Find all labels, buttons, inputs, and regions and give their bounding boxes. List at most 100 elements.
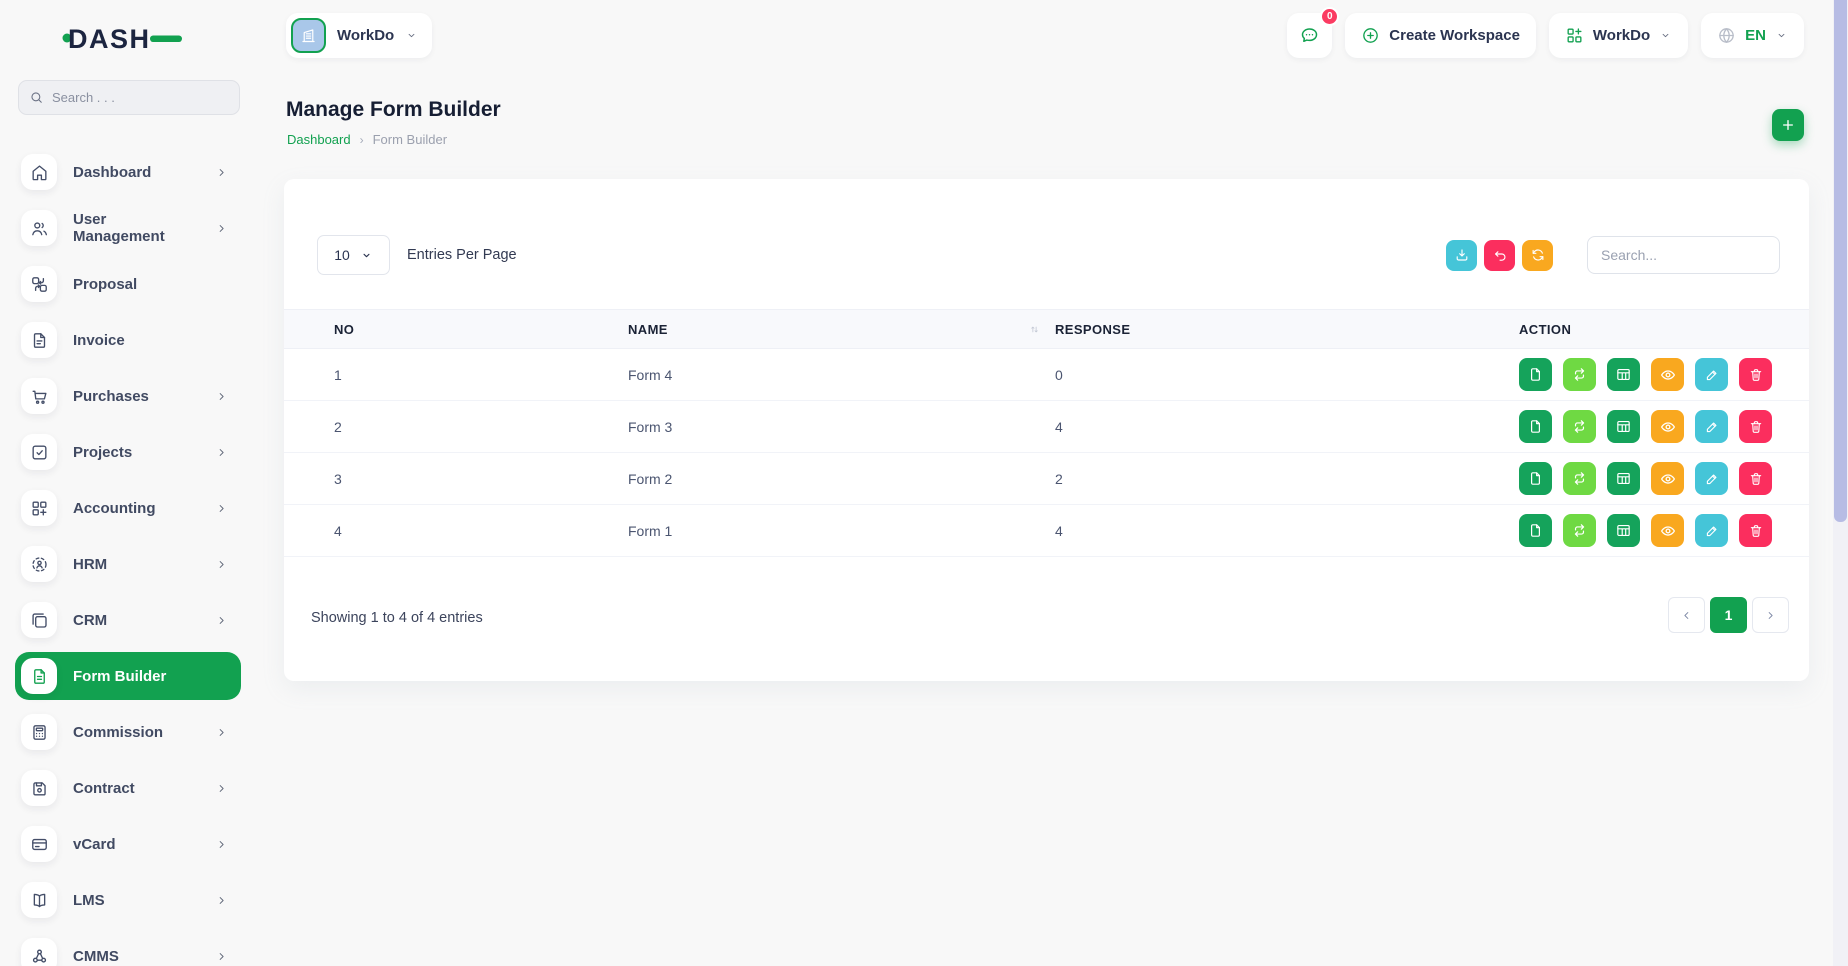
pagination-page-1-button[interactable]: 1 xyxy=(1710,597,1747,633)
messages-count-badge: 0 xyxy=(1320,7,1339,26)
breadcrumb-dashboard-link[interactable]: Dashboard xyxy=(287,132,351,147)
duplicate-form-button[interactable] xyxy=(1519,462,1552,495)
create-form-button[interactable] xyxy=(1772,109,1804,141)
reload-button[interactable] xyxy=(1522,240,1553,271)
integration-button[interactable] xyxy=(1563,514,1596,547)
language-selector-button[interactable]: EN xyxy=(1701,13,1804,58)
integration-button[interactable] xyxy=(1563,410,1596,443)
column-header-action: ACTION xyxy=(1519,322,1809,337)
edit-form-button[interactable] xyxy=(1695,462,1728,495)
chevron-right-icon xyxy=(215,782,228,795)
duplicate-form-button[interactable] xyxy=(1519,410,1552,443)
file-icon xyxy=(1527,470,1544,487)
delete-form-button[interactable] xyxy=(1739,410,1772,443)
column-header-response[interactable]: RESPONSE xyxy=(1055,322,1519,337)
language-label: EN xyxy=(1745,27,1766,44)
pencil-icon xyxy=(1704,523,1720,539)
page-scrollbar[interactable] xyxy=(1833,0,1848,966)
view-entries-button[interactable] xyxy=(1607,358,1640,391)
scrollbar-thumb[interactable] xyxy=(1834,0,1847,522)
view-entries-button[interactable] xyxy=(1607,462,1640,495)
table-icon xyxy=(1615,366,1632,383)
sidebar-item-proposal[interactable]: Proposal xyxy=(15,260,241,308)
cell-name: Form 2 xyxy=(628,471,1055,487)
column-header-no[interactable]: NO xyxy=(334,322,628,337)
sidebar: DASH Dashboard User Management Proposal xyxy=(0,0,262,966)
preview-form-button[interactable] xyxy=(1651,410,1684,443)
globe-icon xyxy=(1717,26,1736,45)
export-button[interactable] xyxy=(1446,240,1477,271)
showing-entries-text: Showing 1 to 4 of 4 entries xyxy=(311,610,483,626)
form-builder-card: 10 Entries Per Page NO NAME RESPONSE ACT… xyxy=(284,179,1809,681)
book-icon xyxy=(21,882,57,918)
sidebar-item-label: Proposal xyxy=(73,276,137,293)
sidebar-item-commission[interactable]: Commission xyxy=(15,708,241,756)
sidebar-item-dashboard[interactable]: Dashboard xyxy=(15,148,241,196)
cell-actions xyxy=(1519,462,1809,495)
view-entries-button[interactable] xyxy=(1607,514,1640,547)
sidebar-item-accounting[interactable]: Accounting xyxy=(15,484,241,532)
logo[interactable]: DASH xyxy=(58,22,198,61)
table-search-input[interactable] xyxy=(1587,236,1780,274)
entries-per-page-select[interactable]: 10 xyxy=(317,235,390,275)
view-entries-button[interactable] xyxy=(1607,410,1640,443)
plus-circle-icon xyxy=(1361,26,1380,45)
eye-icon xyxy=(1659,418,1677,436)
repeat-icon xyxy=(1571,470,1588,487)
breadcrumb-current: Form Builder xyxy=(373,132,447,147)
workspace-name: WorkDo xyxy=(337,27,394,44)
sort-icon[interactable] xyxy=(1028,323,1041,336)
preview-form-button[interactable] xyxy=(1651,462,1684,495)
column-header-name[interactable]: NAME xyxy=(628,322,1055,337)
delete-form-button[interactable] xyxy=(1739,514,1772,547)
sidebar-item-label: Commission xyxy=(73,724,163,741)
duplicate-form-button[interactable] xyxy=(1519,514,1552,547)
pagination-prev-button[interactable] xyxy=(1668,597,1705,633)
integration-button[interactable] xyxy=(1563,358,1596,391)
sidebar-item-user-management[interactable]: User Management xyxy=(15,204,241,252)
cell-no: 4 xyxy=(334,523,628,539)
accounting-icon xyxy=(21,490,57,526)
preview-form-button[interactable] xyxy=(1651,514,1684,547)
sidebar-item-label: CRM xyxy=(73,612,107,629)
chevron-down-icon xyxy=(1659,29,1672,42)
cart-icon xyxy=(21,378,57,414)
cell-no: 1 xyxy=(334,367,628,383)
sidebar-item-contract[interactable]: Contract xyxy=(15,764,241,812)
integration-button[interactable] xyxy=(1563,462,1596,495)
preview-form-button[interactable] xyxy=(1651,358,1684,391)
sidebar-item-projects[interactable]: Projects xyxy=(15,428,241,476)
edit-form-button[interactable] xyxy=(1695,358,1728,391)
cell-response: 4 xyxy=(1055,419,1519,435)
create-workspace-button[interactable]: Create Workspace xyxy=(1345,13,1536,58)
delete-form-button[interactable] xyxy=(1739,358,1772,391)
sidebar-item-lms[interactable]: LMS xyxy=(15,876,241,924)
sidebar-item-crm[interactable]: CRM xyxy=(15,596,241,644)
edit-form-button[interactable] xyxy=(1695,514,1728,547)
workspace-menu-button[interactable]: WorkDo xyxy=(286,13,432,58)
check-square-icon xyxy=(21,434,57,470)
sidebar-item-invoice[interactable]: Invoice xyxy=(15,316,241,364)
sidebar-item-label: Invoice xyxy=(73,332,125,349)
workspace-switcher-button[interactable]: WorkDo xyxy=(1549,13,1688,58)
sidebar-item-cmms[interactable]: CMMS xyxy=(15,932,241,966)
pencil-icon xyxy=(1704,367,1720,383)
file-icon xyxy=(1527,366,1544,383)
sidebar-item-form-builder[interactable]: Form Builder xyxy=(15,652,241,700)
delete-form-button[interactable] xyxy=(1739,462,1772,495)
chevron-right-icon xyxy=(215,838,228,851)
pagination: 1 xyxy=(1668,597,1789,633)
sidebar-item-hrm[interactable]: HRM xyxy=(15,540,241,588)
sidebar-item-label: CMMS xyxy=(73,948,119,965)
cell-response: 4 xyxy=(1055,523,1519,539)
sidebar-item-purchases[interactable]: Purchases xyxy=(15,372,241,420)
reset-button[interactable] xyxy=(1484,240,1515,271)
sidebar-item-vcard[interactable]: vCard xyxy=(15,820,241,868)
table-row: 3 Form 2 2 xyxy=(284,453,1809,505)
trash-icon xyxy=(1748,523,1764,539)
sidebar-search-input[interactable] xyxy=(52,90,229,105)
edit-form-button[interactable] xyxy=(1695,410,1728,443)
pagination-next-button[interactable] xyxy=(1752,597,1789,633)
duplicate-form-button[interactable] xyxy=(1519,358,1552,391)
messages-button[interactable]: 0 xyxy=(1287,13,1332,58)
